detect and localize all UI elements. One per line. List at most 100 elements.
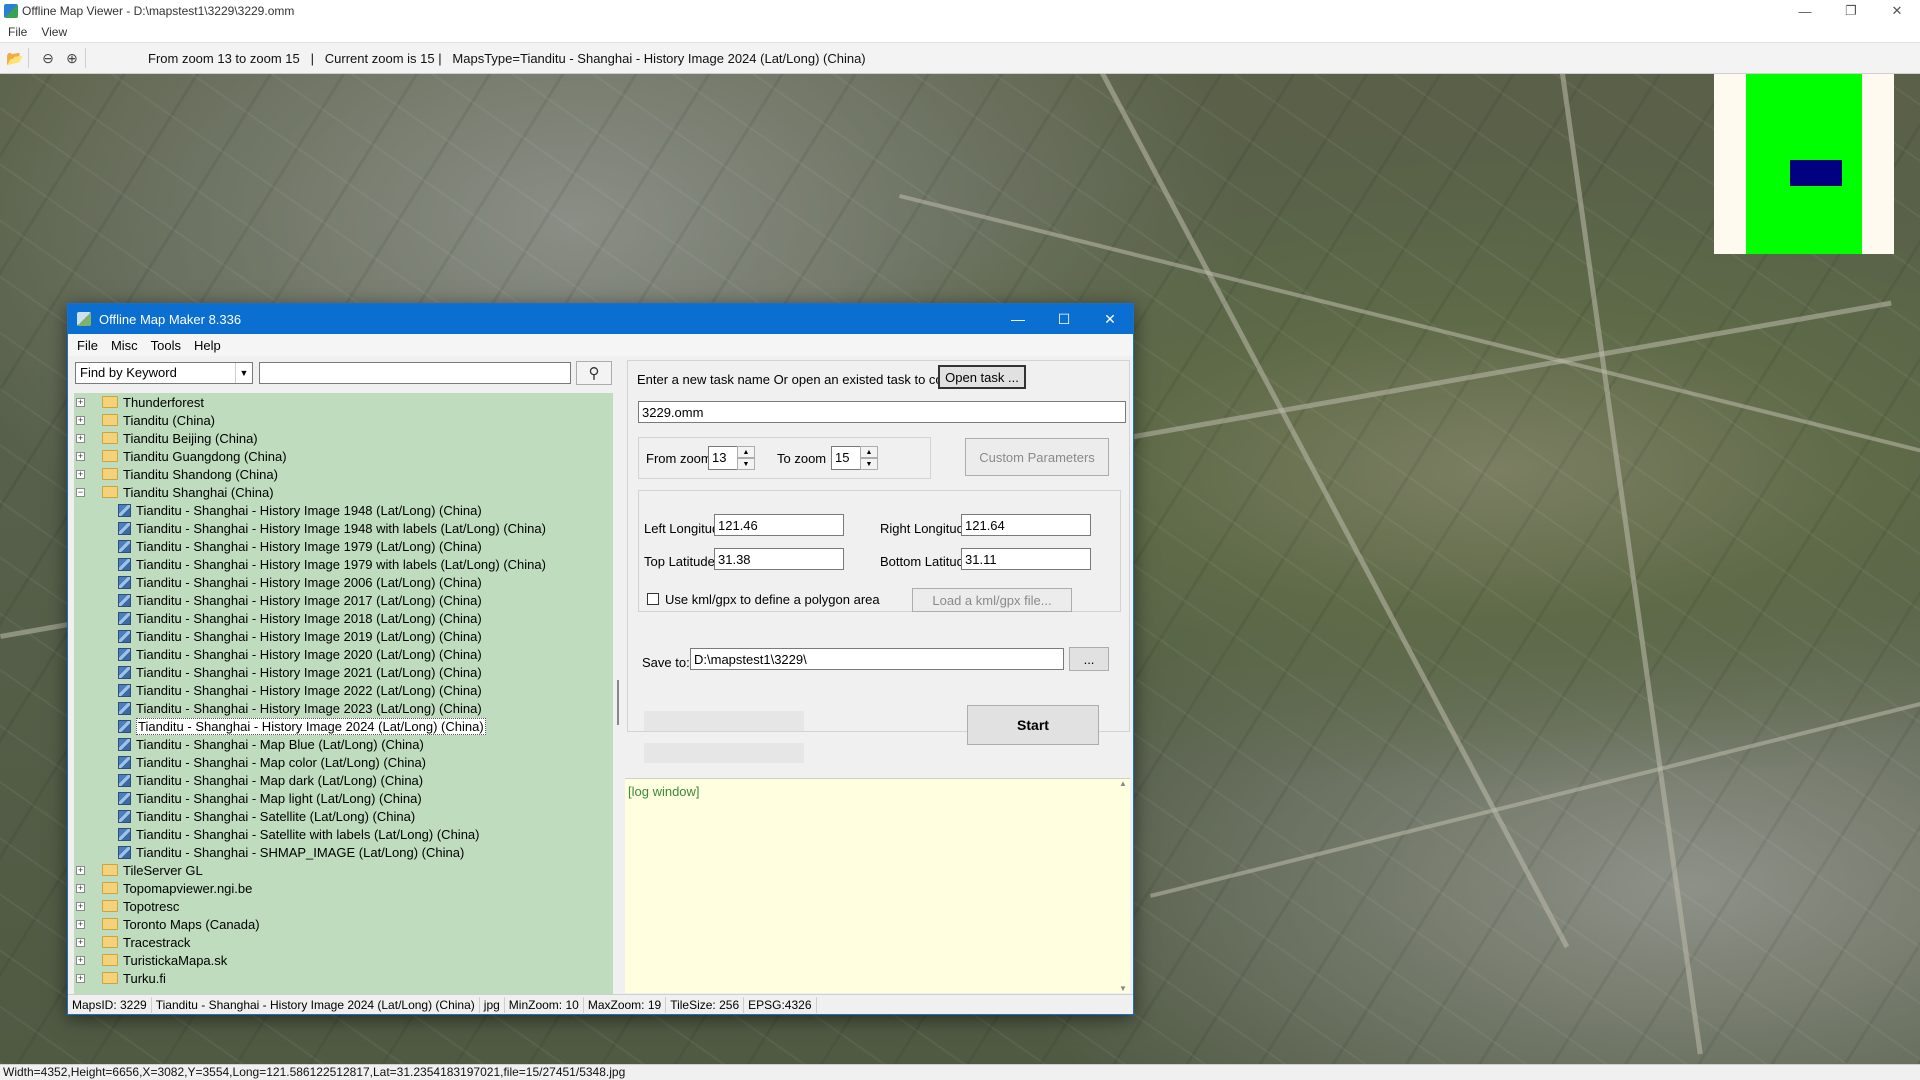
restore-icon[interactable]: ❐ xyxy=(1828,0,1874,22)
spin-up-icon[interactable]: ▲ xyxy=(737,446,755,458)
minimap[interactable] xyxy=(1714,74,1894,254)
folder-icon xyxy=(102,864,118,876)
minimize-icon[interactable]: — xyxy=(1782,0,1828,22)
map-layer-icon xyxy=(118,845,131,859)
tree-map-item[interactable]: Tianditu - Shanghai - History Image 2024… xyxy=(74,717,613,735)
tree-folder[interactable]: + TileServer GL xyxy=(74,861,613,879)
find-mode-select[interactable]: Find by Keyword ▼ xyxy=(75,362,253,384)
scroll-up-icon[interactable]: ▲ xyxy=(1116,779,1130,788)
tree-map-item[interactable]: Tianditu - Shanghai - History Image 2021… xyxy=(74,663,613,681)
tree-folder-label: Turku.fi xyxy=(123,970,166,986)
expand-icon[interactable]: + xyxy=(76,937,85,947)
tree-scroll-thumb[interactable] xyxy=(617,680,619,725)
chevron-down-icon[interactable]: ▼ xyxy=(235,363,252,383)
tree-map-item[interactable]: Tianditu - Shanghai - History Image 1948… xyxy=(74,501,613,519)
left-longitude-input[interactable]: 121.46 xyxy=(714,514,844,536)
expand-icon[interactable]: + xyxy=(76,919,85,929)
tree-folder[interactable]: + Tianditu Shandong (China) xyxy=(74,465,613,483)
tree-folder[interactable]: + Tianditu (China) xyxy=(74,411,613,429)
tree-map-item[interactable]: Tianditu - Shanghai - History Image 2022… xyxy=(74,681,613,699)
task-name-input[interactable]: 3229.omm xyxy=(638,401,1126,423)
tree-map-item[interactable]: Tianditu - Shanghai - History Image 2018… xyxy=(74,609,613,627)
right-longitude-input[interactable]: 121.64 xyxy=(961,514,1091,536)
tree-map-item[interactable]: Tianditu - Shanghai - Map color (Lat/Lon… xyxy=(74,753,613,771)
expand-icon[interactable]: + xyxy=(76,451,85,461)
collapse-icon[interactable]: − xyxy=(76,487,85,497)
tree-folder-label: Tianditu Beijing (China) xyxy=(123,430,258,446)
close-icon[interactable]: ✕ xyxy=(1874,0,1920,22)
tree-folder[interactable]: + Tianditu Beijing (China) xyxy=(74,429,613,447)
tree-folder[interactable]: + Topomapviewer.ngi.be xyxy=(74,879,613,897)
tree-map-item[interactable]: Tianditu - Shanghai - SHMAP_IMAGE (Lat/L… xyxy=(74,843,613,861)
expand-icon[interactable]: + xyxy=(76,469,85,479)
tree-map-item[interactable]: Tianditu - Shanghai - Map light (Lat/Lon… xyxy=(74,789,613,807)
app-icon xyxy=(4,4,18,18)
custom-parameters-button[interactable]: Custom Parameters xyxy=(965,438,1109,476)
map-source-tree[interactable]: + Thunderforest + Tianditu (China) + Tianditu… xyxy=(74,393,613,1000)
tree-map-item[interactable]: Tianditu - Shanghai - History Image 1948… xyxy=(74,519,613,537)
dialog-minimize-icon[interactable]: — xyxy=(995,304,1041,334)
dialog-menu-tools[interactable]: Tools xyxy=(151,338,181,353)
tree-map-item[interactable]: Tianditu - Shanghai - Satellite (Lat/Lon… xyxy=(74,807,613,825)
kml-checkbox[interactable] xyxy=(647,593,659,605)
tree-map-item[interactable]: Tianditu - Shanghai - Satellite with lab… xyxy=(74,825,613,843)
folder-open-icon[interactable]: 📂 xyxy=(6,49,24,67)
tree-folder[interactable]: + Tracestrack xyxy=(74,933,613,951)
bottom-latitude-input[interactable]: 31.11 xyxy=(961,548,1091,570)
expand-icon[interactable]: + xyxy=(76,415,85,425)
tree-folder[interactable]: + Tianditu Guangdong (China) xyxy=(74,447,613,465)
dialog-menu-help[interactable]: Help xyxy=(194,338,221,353)
zoom-out-icon[interactable]: ⊖ xyxy=(39,49,57,67)
top-latitude-input[interactable]: 31.38 xyxy=(714,548,844,570)
open-task-button[interactable]: Open task ... xyxy=(938,365,1026,389)
spin-down-icon[interactable]: ▼ xyxy=(737,458,755,470)
tree-map-item-label: Tianditu - Shanghai - History Image 1948… xyxy=(136,520,546,536)
dialog-close-icon[interactable]: ✕ xyxy=(1087,304,1133,334)
to-zoom-input[interactable]: 15 xyxy=(831,446,861,470)
expand-icon[interactable]: + xyxy=(76,865,85,875)
expand-icon[interactable]: + xyxy=(76,397,85,407)
menu-view[interactable]: View xyxy=(41,25,67,39)
tree-folder[interactable]: + Turku.fi xyxy=(74,969,613,987)
expand-icon[interactable]: + xyxy=(76,433,85,443)
dialog-menu-misc[interactable]: Misc xyxy=(111,338,138,353)
expand-icon[interactable]: + xyxy=(76,883,85,893)
load-kml-button[interactable]: Load a kml/gpx file... xyxy=(912,588,1072,612)
from-zoom-spinner[interactable]: ▲ ▼ xyxy=(737,446,755,470)
tree-map-item[interactable]: Tianditu - Shanghai - History Image 2023… xyxy=(74,699,613,717)
expand-icon[interactable]: + xyxy=(76,955,85,965)
expand-icon[interactable]: + xyxy=(76,901,85,911)
tree-folder[interactable]: + TuristickaMapa.sk xyxy=(74,951,613,969)
tree-map-item[interactable]: Tianditu - Shanghai - History Image 2019… xyxy=(74,627,613,645)
tree-folder[interactable]: + Topotresc xyxy=(74,897,613,915)
expand-icon[interactable]: + xyxy=(76,973,85,983)
start-button[interactable]: Start xyxy=(967,705,1099,745)
scroll-down-icon[interactable]: ▼ xyxy=(1116,984,1130,993)
tree-folder-label: Thunderforest xyxy=(123,394,204,410)
search-input[interactable] xyxy=(259,362,571,384)
log-window[interactable]: [log window] ▲ ▼ xyxy=(625,778,1130,993)
from-zoom-input[interactable]: 13 xyxy=(708,446,738,470)
spin-up-icon[interactable]: ▲ xyxy=(860,446,878,458)
zoom-in-icon[interactable]: ⊕ xyxy=(63,49,81,67)
save-to-input[interactable]: D:\mapstest1\3229\ xyxy=(690,648,1064,670)
tree-map-item[interactable]: Tianditu - Shanghai - History Image 2017… xyxy=(74,591,613,609)
tree-map-item[interactable]: Tianditu - Shanghai - History Image 2020… xyxy=(74,645,613,663)
spin-down-icon[interactable]: ▼ xyxy=(860,458,878,470)
search-button[interactable]: ⚲ xyxy=(576,361,612,385)
tree-folder[interactable]: − Tianditu Shanghai (China) xyxy=(74,483,613,501)
tree-map-item[interactable]: Tianditu - Shanghai - Map Blue (Lat/Long… xyxy=(74,735,613,753)
tree-folder[interactable]: + Toronto Maps (Canada) xyxy=(74,915,613,933)
tree-map-item[interactable]: Tianditu - Shanghai - History Image 1979… xyxy=(74,537,613,555)
tree-folder[interactable]: + Thunderforest xyxy=(74,393,613,411)
minimap-viewport-indicator[interactable] xyxy=(1790,160,1842,186)
dialog-maximize-icon[interactable]: ☐ xyxy=(1041,304,1087,334)
tree-map-item[interactable]: Tianditu - Shanghai - Map dark (Lat/Long… xyxy=(74,771,613,789)
to-zoom-spinner[interactable]: ▲ ▼ xyxy=(860,446,878,470)
browse-button[interactable]: ... xyxy=(1069,647,1109,671)
tree-map-item[interactable]: Tianditu - Shanghai - History Image 2006… xyxy=(74,573,613,591)
log-scrollbar[interactable]: ▲ ▼ xyxy=(1116,779,1130,993)
menu-file[interactable]: File xyxy=(8,25,27,39)
tree-map-item[interactable]: Tianditu - Shanghai - History Image 1979… xyxy=(74,555,613,573)
dialog-menu-file[interactable]: File xyxy=(77,338,98,353)
